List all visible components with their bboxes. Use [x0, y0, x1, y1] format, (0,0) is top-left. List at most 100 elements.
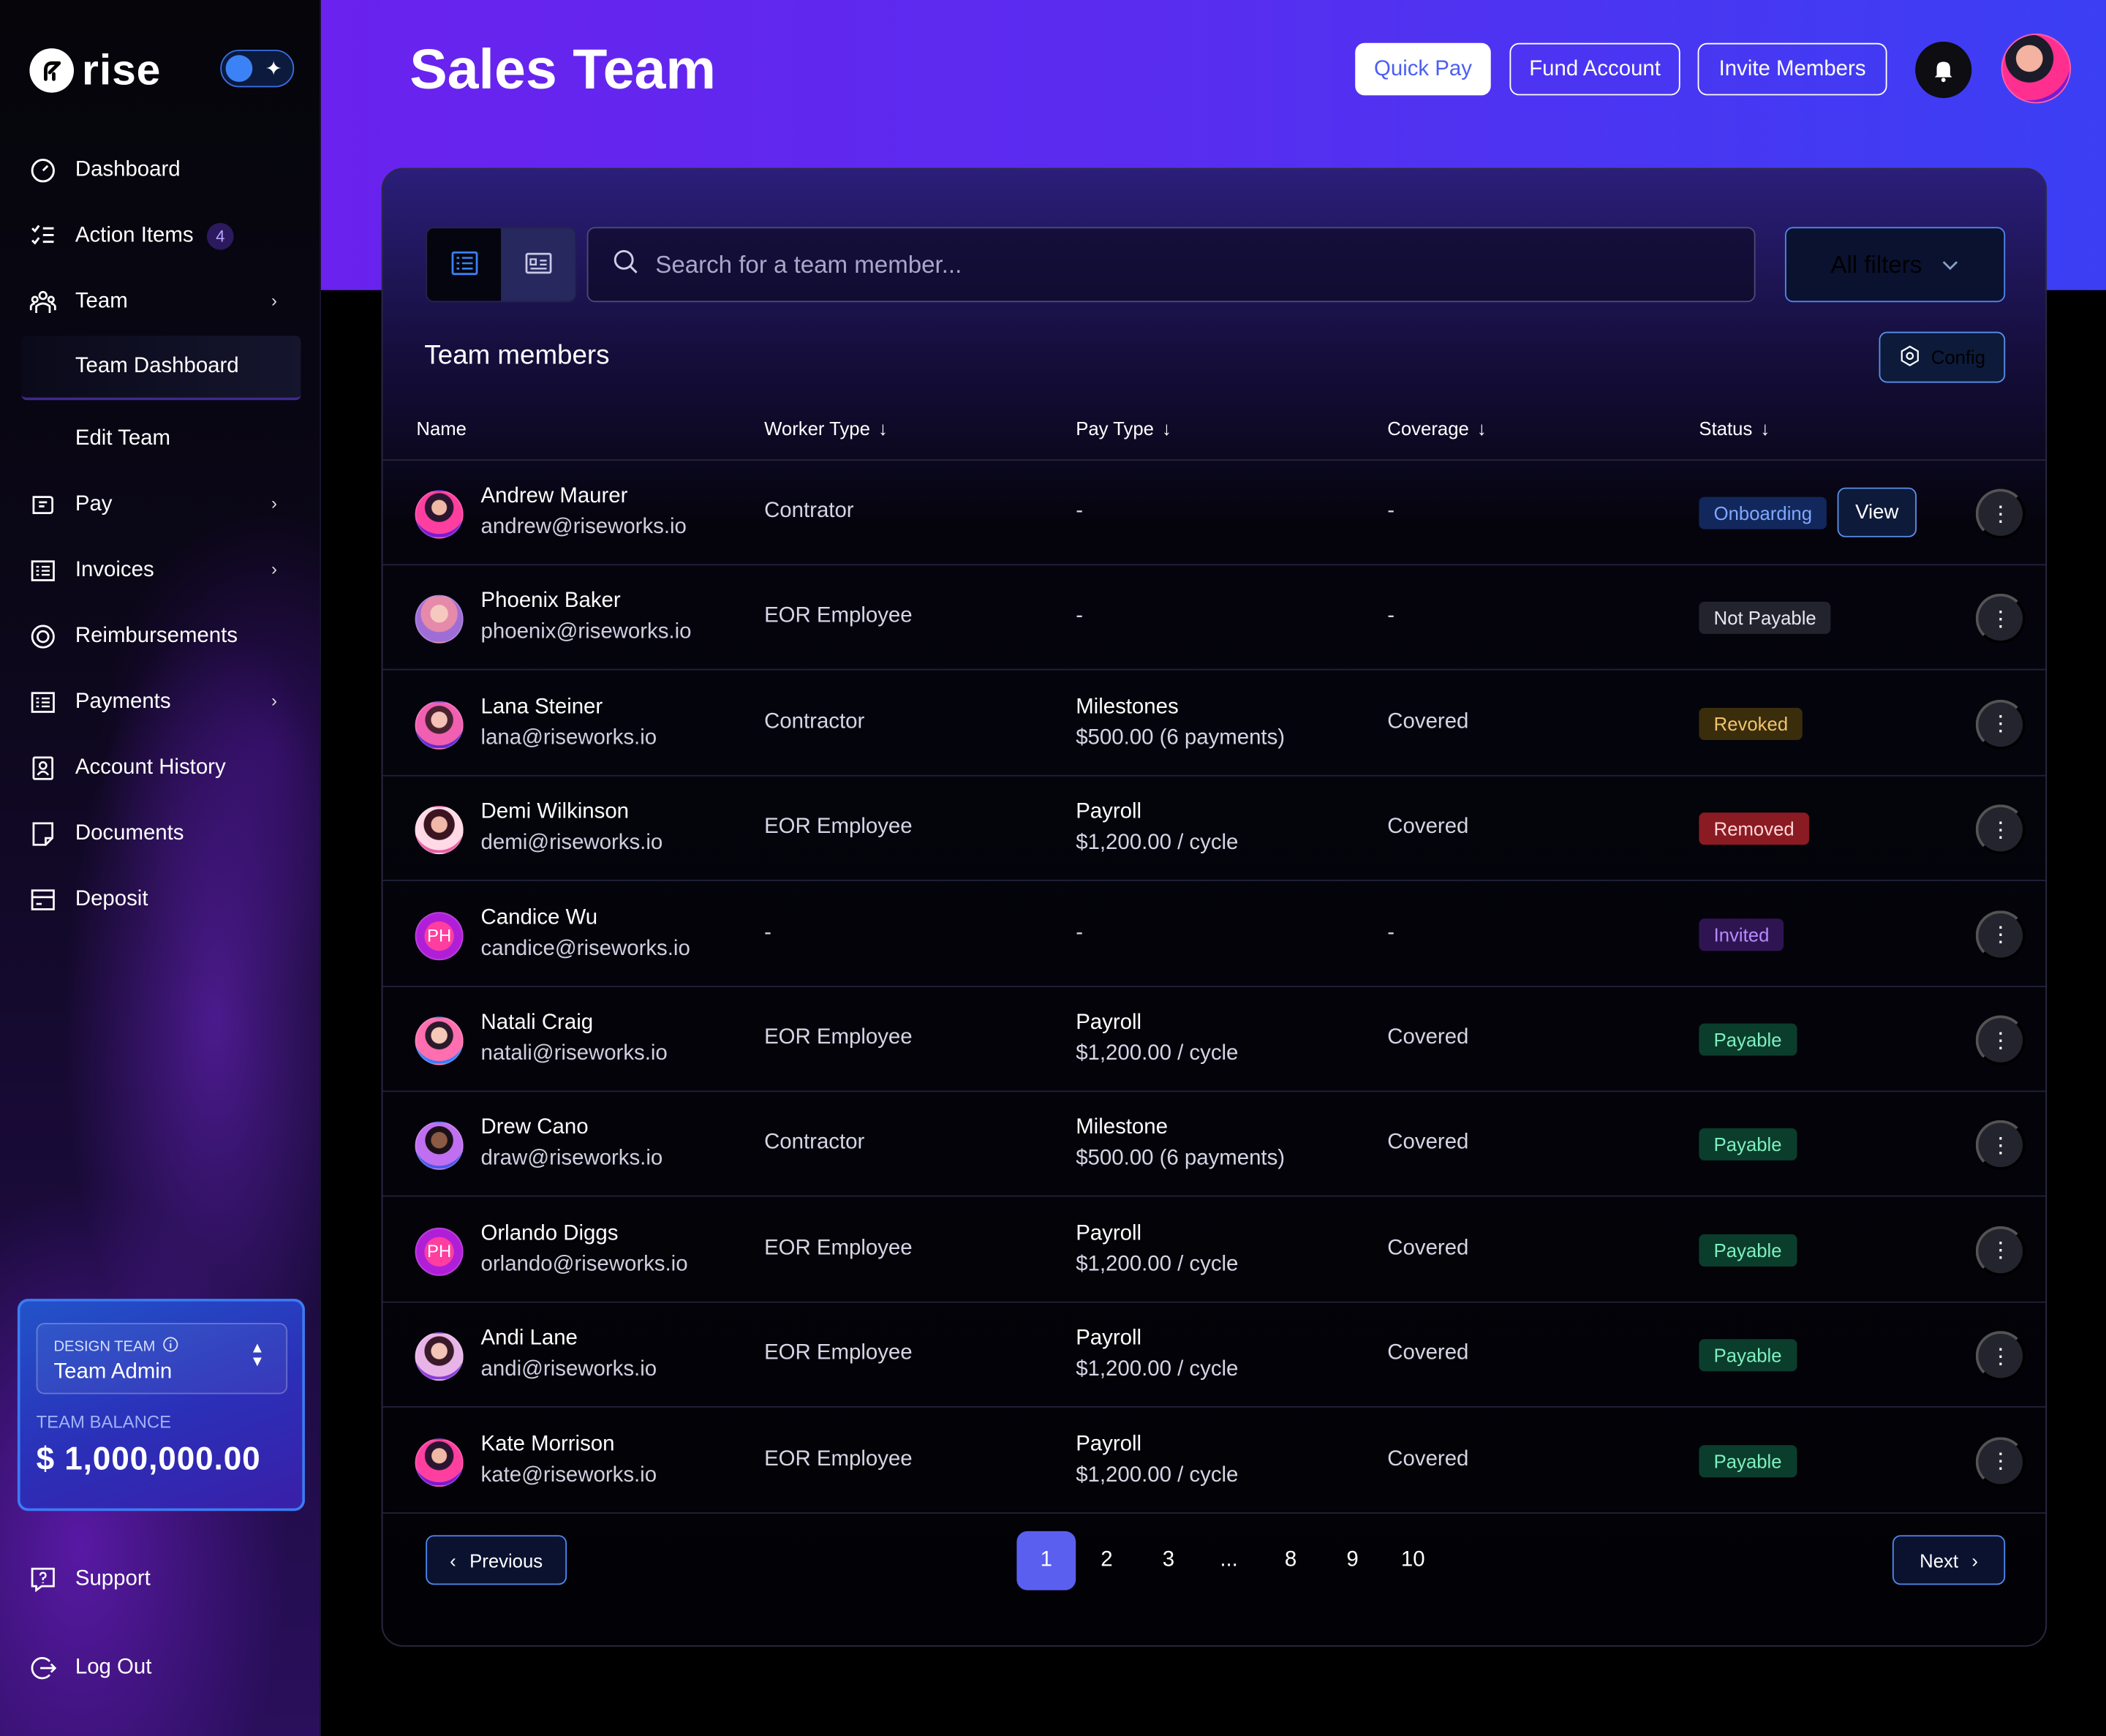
sidebar-item-account-history[interactable]: Account History: [29, 752, 226, 785]
coverage-cell: Covered: [1387, 1131, 1469, 1155]
page-number-button[interactable]: 1: [1016, 1531, 1076, 1590]
column-header-status[interactable]: Status ↓: [1699, 418, 1770, 439]
sidebar-subitem-team-dashboard[interactable]: Team Dashboard: [21, 336, 301, 401]
more-options-icon[interactable]: ⋮: [1975, 594, 2026, 644]
column-header-pay-type[interactable]: Pay Type ↓: [1076, 418, 1171, 439]
status-badge: Payable: [1699, 1339, 1797, 1372]
sidebar-item-team[interactable]: Team: [29, 286, 128, 318]
table-row[interactable]: Demi Wilkinson demi@riseworks.io EOR Emplo…: [382, 777, 2046, 882]
more-options-icon[interactable]: ⋮: [1975, 804, 2026, 855]
table-row[interactable]: Drew Cano draw@riseworks.io Contractor Mile…: [382, 1092, 2046, 1198]
more-options-icon[interactable]: ⋮: [1975, 1226, 2026, 1276]
column-header-name[interactable]: Name: [416, 418, 467, 439]
sidebar-item-label: Pay: [75, 493, 113, 516]
member-email: andi@riseworks.io: [480, 1358, 657, 1381]
pay-type-cell: -: [1076, 499, 1083, 523]
previous-page-button[interactable]: ‹ Previous: [426, 1535, 567, 1585]
table-row[interactable]: Phoenix Baker phoenix@riseworks.io EOR Emp…: [382, 566, 2046, 671]
table-row[interactable]: PH Orlando Diggs orlando@riseworks.io EOR E…: [382, 1198, 2046, 1303]
column-header-worker-type[interactable]: Worker Type ↓: [764, 418, 888, 439]
next-label: Next: [1920, 1549, 1959, 1571]
all-filters-button[interactable]: All filters: [1784, 227, 2006, 303]
coverage-cell: Covered: [1387, 1342, 1469, 1365]
sidebar-item-deposit[interactable]: Deposit: [29, 884, 148, 916]
table-row[interactable]: Lana Steiner lana@riseworks.io Contractor M…: [382, 671, 2046, 777]
page-number-button[interactable]: 3: [1139, 1531, 1199, 1590]
pay-type-cell: Milestones: [1076, 695, 1179, 719]
more-options-icon[interactable]: ⋮: [1975, 1331, 2026, 1381]
card-view-button[interactable]: [501, 228, 575, 301]
more-options-icon[interactable]: ⋮: [1975, 1015, 2026, 1065]
column-header-coverage[interactable]: Coverage ↓: [1387, 418, 1486, 439]
sidebar-item-label: Invoices: [75, 559, 154, 582]
member-avatar: [415, 701, 464, 750]
coverage-cell: Covered: [1387, 1237, 1469, 1260]
column-header-label: Coverage: [1387, 418, 1469, 439]
sidebar-item-invoices[interactable]: Invoices: [29, 555, 154, 587]
page-number-button[interactable]: 2: [1077, 1531, 1136, 1590]
deposit-icon: [29, 886, 56, 913]
table-row[interactable]: Andi Lane andi@riseworks.io EOR Employee Pa…: [382, 1303, 2046, 1408]
fund-account-button[interactable]: Fund Account: [1509, 42, 1680, 96]
config-button[interactable]: Config: [1879, 331, 2006, 383]
team-selector[interactable]: DESIGN TEAM Team Admin ▲ ▼: [36, 1323, 288, 1395]
member-email: orlando@riseworks.io: [480, 1253, 688, 1276]
page-number-button[interactable]: 9: [1323, 1531, 1382, 1590]
worker-type-cell: EOR Employee: [764, 605, 913, 628]
quick-pay-button[interactable]: Quick Pay: [1355, 42, 1491, 96]
chevron-right-icon: ›: [271, 559, 277, 579]
invite-members-button[interactable]: Invite Members: [1697, 42, 1887, 96]
member-email: demi@riseworks.io: [480, 831, 663, 855]
more-options-icon[interactable]: ⋮: [1975, 1120, 2026, 1171]
page-number-button[interactable]: 8: [1261, 1531, 1321, 1590]
sidebar-item-pay[interactable]: Pay: [29, 489, 113, 521]
coverage-cell: -: [1387, 921, 1395, 944]
theme-toggle[interactable]: ✦: [220, 49, 295, 88]
pay-amount-cell: $1,200.00 / cycle: [1076, 1358, 1239, 1381]
member-name: Phoenix Baker: [480, 590, 621, 614]
sidebar-subitem-label: Team Dashboard: [75, 354, 239, 378]
previous-label: Previous: [469, 1549, 543, 1571]
logout-icon: [29, 1655, 57, 1682]
worker-type-cell: EOR Employee: [764, 1447, 913, 1471]
table-row[interactable]: PH Candice Wu candice@riseworks.io - - - Invit…: [382, 882, 2046, 987]
worker-type-cell: Contractor: [764, 1131, 865, 1155]
sidebar-item-logout[interactable]: Log Out: [29, 1652, 151, 1684]
sidebar-item-payments[interactable]: Payments: [29, 687, 171, 719]
user-avatar[interactable]: [2001, 33, 2072, 104]
next-page-button[interactable]: Next ›: [1892, 1535, 2006, 1585]
table-row[interactable]: Kate Morrison kate@riseworks.io EOR Employ…: [382, 1408, 2046, 1514]
info-icon[interactable]: [162, 1337, 178, 1357]
arrow-down-icon: ↓: [1476, 418, 1487, 439]
view-toggle: [426, 227, 576, 303]
sidebar-item-dashboard[interactable]: Dashboard: [29, 154, 181, 186]
sidebar-item-support[interactable]: Support: [29, 1563, 151, 1596]
more-options-icon[interactable]: ⋮: [1975, 1436, 2026, 1487]
payments-icon: [29, 689, 56, 716]
table-row[interactable]: Natali Craig natali@riseworks.io EOR Emplo…: [382, 987, 2046, 1092]
status-badge: Onboarding: [1699, 497, 1827, 529]
sidebar-subitem-edit-team[interactable]: Edit Team: [21, 407, 301, 472]
rise-logo-icon: [29, 48, 75, 93]
search-input[interactable]: [655, 250, 1703, 279]
more-options-icon[interactable]: ⋮: [1975, 699, 2026, 750]
sidebar-item-label: Deposit: [75, 888, 148, 911]
sidebar-item-documents[interactable]: Documents: [29, 818, 184, 850]
notifications-bell-icon[interactable]: [1915, 41, 1972, 99]
sidebar-item-label: Dashboard: [75, 158, 181, 181]
page-number-button[interactable]: 10: [1384, 1531, 1443, 1590]
member-name: Drew Cano: [480, 1117, 589, 1140]
sidebar-item-reimbursements[interactable]: Reimbursements: [29, 621, 238, 653]
more-options-icon[interactable]: ⋮: [1975, 488, 2026, 539]
coverage-cell: Covered: [1387, 710, 1469, 733]
table-row[interactable]: Andrew Maurer andrew@riseworks.io Contrato…: [382, 461, 2046, 566]
brand-logo[interactable]: rise: [29, 45, 161, 95]
view-button[interactable]: View: [1837, 487, 1917, 537]
arrow-down-icon: ↓: [1161, 418, 1171, 439]
more-options-icon[interactable]: ⋮: [1975, 910, 2026, 960]
sidebar: rise ✦ Dashboard Action Items 4 Team › T…: [0, 0, 321, 1736]
sidebar-item-label: Account History: [75, 756, 226, 780]
sidebar-item-action-items[interactable]: Action Items 4: [29, 220, 234, 252]
worker-type-cell: Contrator: [764, 499, 854, 523]
list-view-button[interactable]: [427, 228, 502, 301]
